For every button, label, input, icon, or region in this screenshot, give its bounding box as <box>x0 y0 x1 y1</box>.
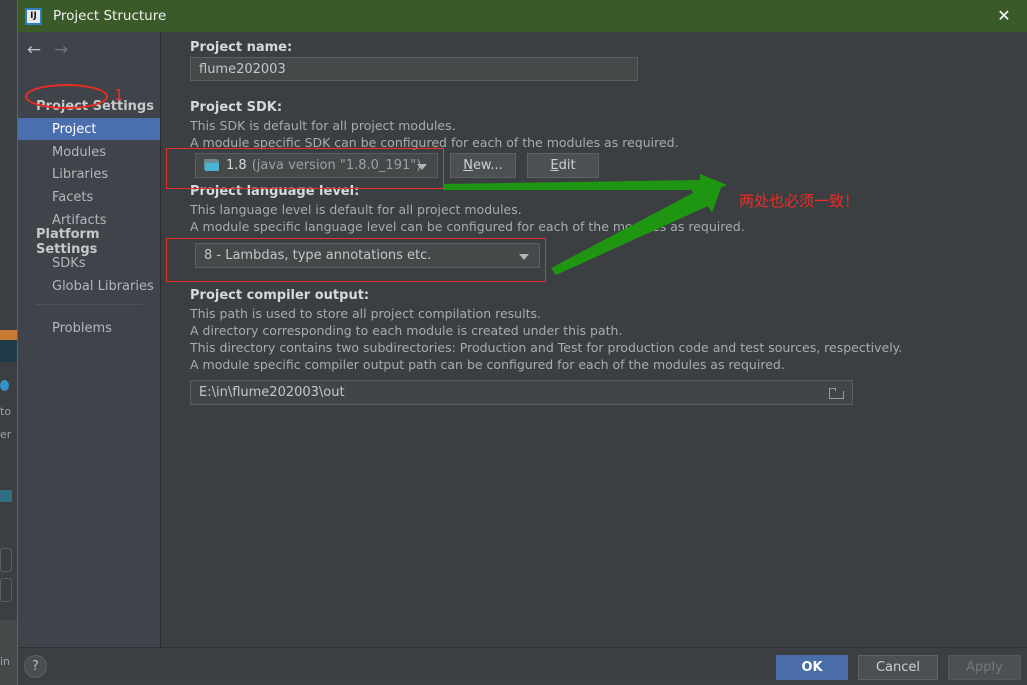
ide-strip-block <box>0 370 17 378</box>
compiler-output-desc-line-2: A directory corresponding to each module… <box>190 323 623 338</box>
edit-sdk-button-rest: dit <box>558 158 576 173</box>
apply-button: Apply <box>948 655 1021 680</box>
project-structure-dialog: IJ Project Structure ✕ ← → Project Setti… <box>18 0 1027 685</box>
compiler-output-path-value: E:\in\flume202003\out <box>199 385 345 400</box>
language-level-label: Project language level: <box>190 184 360 199</box>
dialog-footer: ? OK Cancel Apply <box>18 647 1027 685</box>
close-icon[interactable]: ✕ <box>981 0 1027 32</box>
chevron-down-icon <box>417 163 427 170</box>
compiler-output-desc-line-4: A module specific compiler output path c… <box>190 357 785 372</box>
sidebar-item-problems[interactable]: Problems <box>18 317 160 339</box>
sidebar-group-project-settings: Project Settings <box>36 99 154 114</box>
background-ide-strip: to er in <box>0 0 19 685</box>
language-level-value: 8 - Lambdas, type annotations etc. <box>204 248 432 263</box>
ide-strip-block: in <box>0 655 11 668</box>
ide-strip-block <box>0 340 17 362</box>
sidebar-item-facets[interactable]: Facets <box>18 186 160 208</box>
project-name-input[interactable]: flume202003 <box>190 57 638 81</box>
sidebar-item-project[interactable]: Project <box>18 118 160 140</box>
edit-sdk-button-mnemonic: E <box>550 158 559 173</box>
ide-strip-block <box>0 0 18 30</box>
compiler-output-desc-line-3: This directory contains two subdirectori… <box>190 340 903 355</box>
dialog-title: Project Structure <box>53 8 167 24</box>
dialog-titlebar: IJ Project Structure ✕ <box>18 0 1027 32</box>
language-level-desc-line-1: This language level is default for all p… <box>190 202 522 217</box>
sidebar-divider <box>36 304 142 305</box>
chevron-down-icon <box>519 253 529 260</box>
help-button[interactable]: ? <box>24 655 47 678</box>
new-sdk-button-mnemonic: N <box>463 158 473 173</box>
dialog-body: ← → Project Settings Project Modules Lib… <box>18 32 1027 647</box>
edit-sdk-button[interactable]: Edit <box>527 153 599 178</box>
ide-strip-block <box>0 620 17 685</box>
ok-button[interactable]: OK <box>776 655 848 680</box>
project-sdk-desc-line-2: A module specific SDK can be configured … <box>190 135 679 150</box>
language-level-dropdown[interactable]: 8 - Lambdas, type annotations etc. <box>195 243 540 268</box>
screen: to er in IJ Project Structure ✕ ← → Proj… <box>0 0 1027 685</box>
compiler-output-label: Project compiler output: <box>190 288 370 303</box>
compiler-output-desc-line-1: This path is used to store all project c… <box>190 306 541 321</box>
sidebar-item-modules[interactable]: Modules <box>18 141 160 163</box>
ide-strip-block: er <box>0 428 12 441</box>
ide-strip-block <box>0 490 12 502</box>
sidebar-item-sdks[interactable]: SDKs <box>18 252 160 274</box>
project-sdk-version: 1.8 <box>226 158 247 173</box>
ide-strip-block: to <box>0 405 12 418</box>
project-sdk-desc-line-1: This SDK is default for all project modu… <box>190 118 456 133</box>
ide-strip-block <box>0 330 17 340</box>
sidebar-item-libraries[interactable]: Libraries <box>18 163 160 185</box>
project-settings-panel: Project name: flume202003 Project SDK: T… <box>161 32 1027 647</box>
sidebar-group-platform-settings: Platform Settings <box>36 226 100 257</box>
sidebar-navigation: ← → <box>18 37 160 63</box>
intellij-idea-icon: IJ <box>25 7 42 25</box>
project-sdk-detail: (java version "1.8.0_191") <box>251 158 422 173</box>
new-sdk-button[interactable]: New... <box>450 153 516 178</box>
sidebar-item-global-libraries[interactable]: Global Libraries <box>18 275 160 297</box>
cancel-button[interactable]: Cancel <box>858 655 938 680</box>
settings-sidebar: ← → Project Settings Project Modules Lib… <box>18 32 161 647</box>
ide-strip-block <box>0 578 12 602</box>
project-sdk-label: Project SDK: <box>190 100 283 115</box>
ide-strip-block <box>0 380 9 391</box>
back-arrow-icon[interactable]: ← <box>21 37 47 63</box>
project-sdk-dropdown[interactable]: 1.8 (java version "1.8.0_191") <box>195 153 438 178</box>
folder-browse-icon[interactable] <box>829 387 844 399</box>
forward-arrow-icon[interactable]: → <box>48 37 74 63</box>
compiler-output-path-input[interactable]: E:\in\flume202003\out <box>190 380 853 405</box>
sdk-folder-icon <box>204 159 220 172</box>
language-level-desc-line-2: A module specific language level can be … <box>190 219 745 234</box>
project-name-label: Project name: <box>190 40 293 55</box>
new-sdk-button-rest: ew... <box>472 158 503 173</box>
ide-strip-block <box>0 548 12 572</box>
